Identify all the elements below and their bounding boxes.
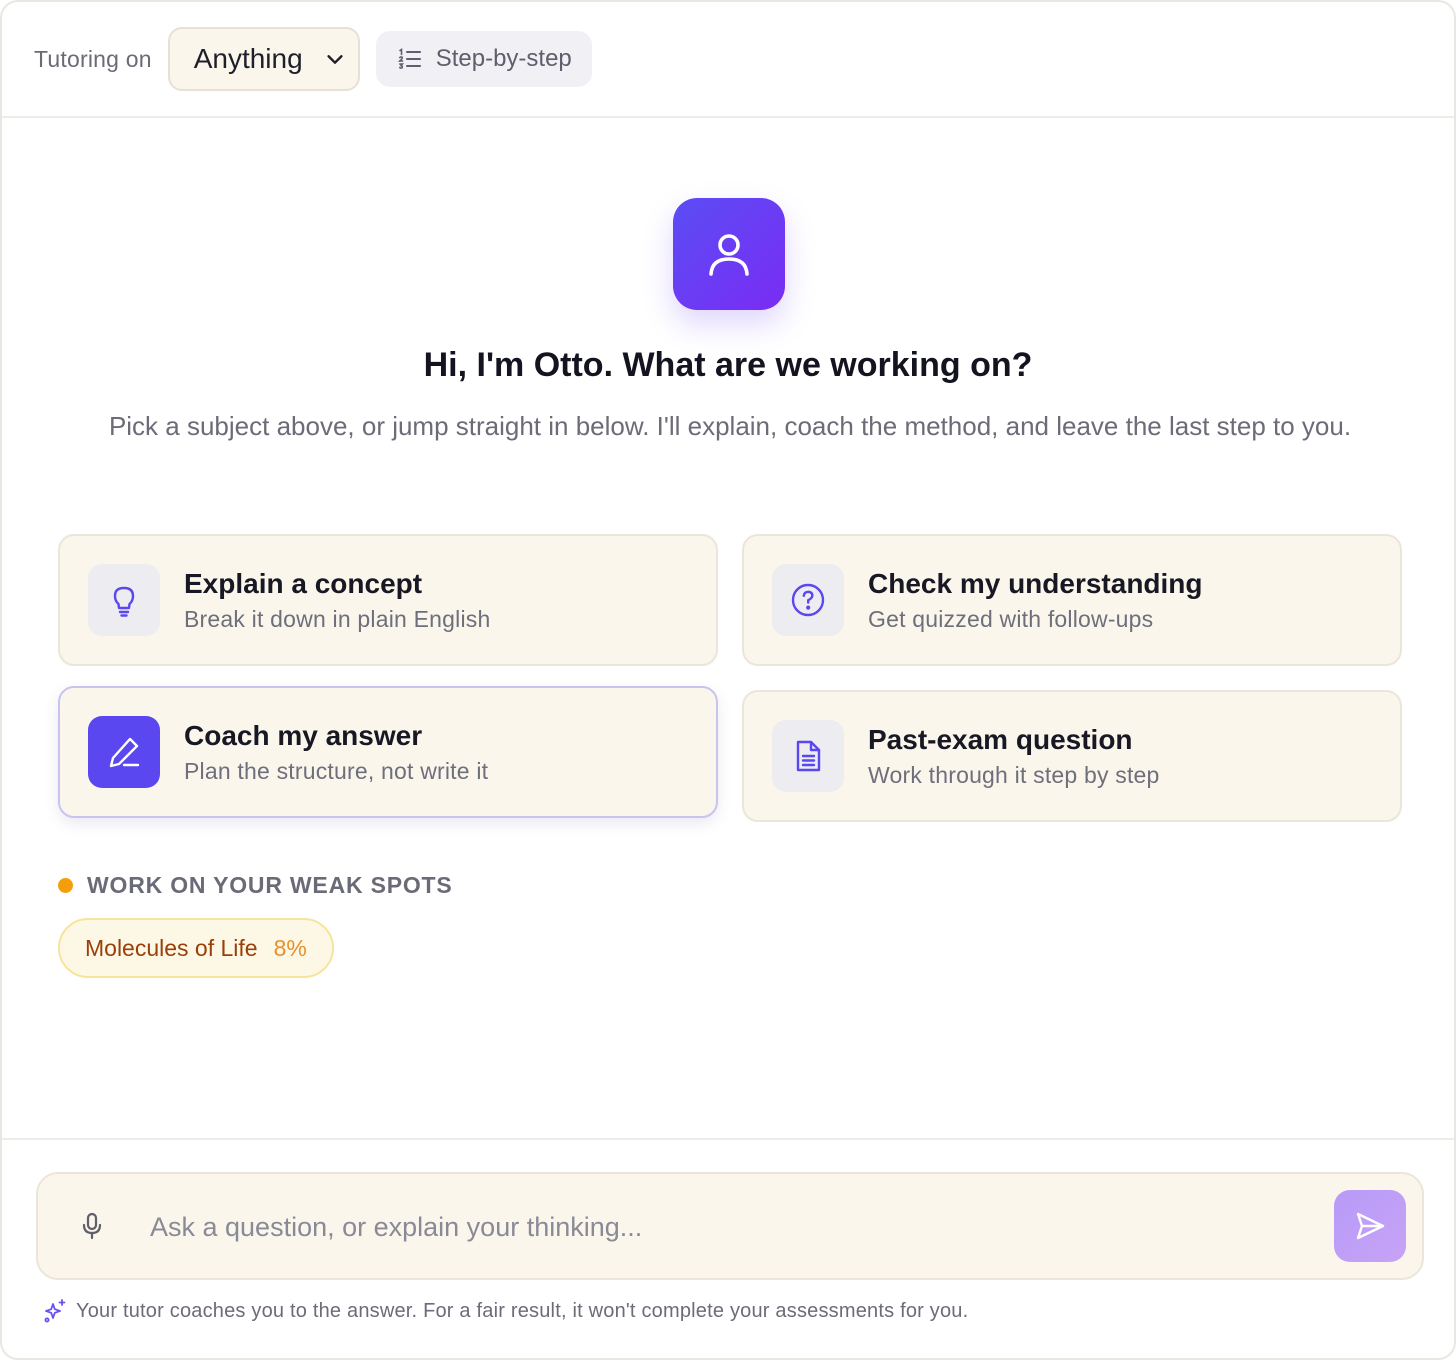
top-bar: Tutoring on Anything Step-by-step (2, 2, 1454, 118)
subject-select[interactable]: Anything (167, 27, 360, 91)
step-by-step-toggle[interactable]: Step-by-step (375, 31, 592, 87)
tutor-panel: Tutoring on Anything Step-by-step Hi, I'… (0, 0, 1456, 1360)
send-icon (1356, 1212, 1385, 1240)
sparkles-icon (44, 1299, 66, 1323)
weak-spot-score: 8% (273, 934, 307, 961)
card-title: Coach my answer (184, 720, 423, 751)
card-description: Break it down in plain English (184, 606, 491, 632)
tutor-avatar (673, 198, 785, 310)
greeting-title: Hi, I'm Otto. What are we working on? (423, 346, 1033, 384)
message-composer (36, 1172, 1424, 1280)
chevron-down-icon (327, 55, 343, 64)
greeting-subtitle: Pick a subject above, or jump straight i… (108, 411, 1352, 441)
card-icon-box (772, 564, 844, 636)
footer-note: Your tutor coaches you to the answer. Fo… (42, 1298, 968, 1324)
document-icon (796, 740, 821, 772)
message-input[interactable] (150, 1202, 1290, 1252)
card-text: Past-exam question Work through it step … (868, 723, 1160, 789)
card-icon-box (88, 564, 160, 636)
card-description: Get quizzed with follow-ups (868, 606, 1154, 632)
tutoring-on-label: Tutoring on (34, 45, 152, 72)
lightbulb-icon (113, 586, 135, 617)
send-button[interactable] (1334, 1190, 1406, 1262)
card-title: Explain a concept (184, 568, 423, 599)
microphone-icon (82, 1212, 102, 1240)
card-title: Past-exam question (868, 724, 1133, 755)
card-text: Coach my answer Plan the structure, not … (184, 719, 488, 785)
step-by-step-label: Step-by-step (435, 45, 572, 72)
card-text: Explain a concept Break it down in plain… (184, 567, 490, 633)
footer-note-text: Your tutor coaches you to the answer. Fo… (76, 1299, 969, 1322)
card-check-understanding[interactable]: Check my understanding Get quizzed with … (742, 534, 1402, 666)
card-coach-answer[interactable]: Coach my answer Plan the structure, not … (58, 686, 718, 818)
card-text: Check my understanding Get quizzed with … (868, 567, 1203, 633)
weak-spot-chip[interactable]: Molecules of Life 8% (58, 918, 334, 978)
status-dot (58, 878, 73, 893)
card-description: Work through it step by step (868, 762, 1160, 788)
card-icon-box (772, 720, 844, 792)
weak-spots-heading-label: WORK ON YOUR WEAK SPOTS (87, 872, 453, 898)
question-circle-icon (791, 583, 825, 617)
user-icon (709, 234, 749, 276)
card-explain-concept[interactable]: Explain a concept Break it down in plain… (58, 534, 718, 666)
weak-spots-heading: WORK ON YOUR WEAK SPOTS (58, 872, 453, 899)
microphone-button[interactable] (74, 1208, 110, 1244)
card-description: Plan the structure, not write it (184, 758, 489, 784)
card-title: Check my understanding (868, 568, 1203, 599)
card-past-exam[interactable]: Past-exam question Work through it step … (742, 690, 1402, 822)
numbered-list-icon (397, 48, 421, 69)
weak-spot-name: Molecules of Life (85, 934, 258, 961)
card-icon-box (88, 716, 160, 788)
pen-icon (109, 737, 140, 768)
subject-select-value: Anything (193, 43, 303, 74)
